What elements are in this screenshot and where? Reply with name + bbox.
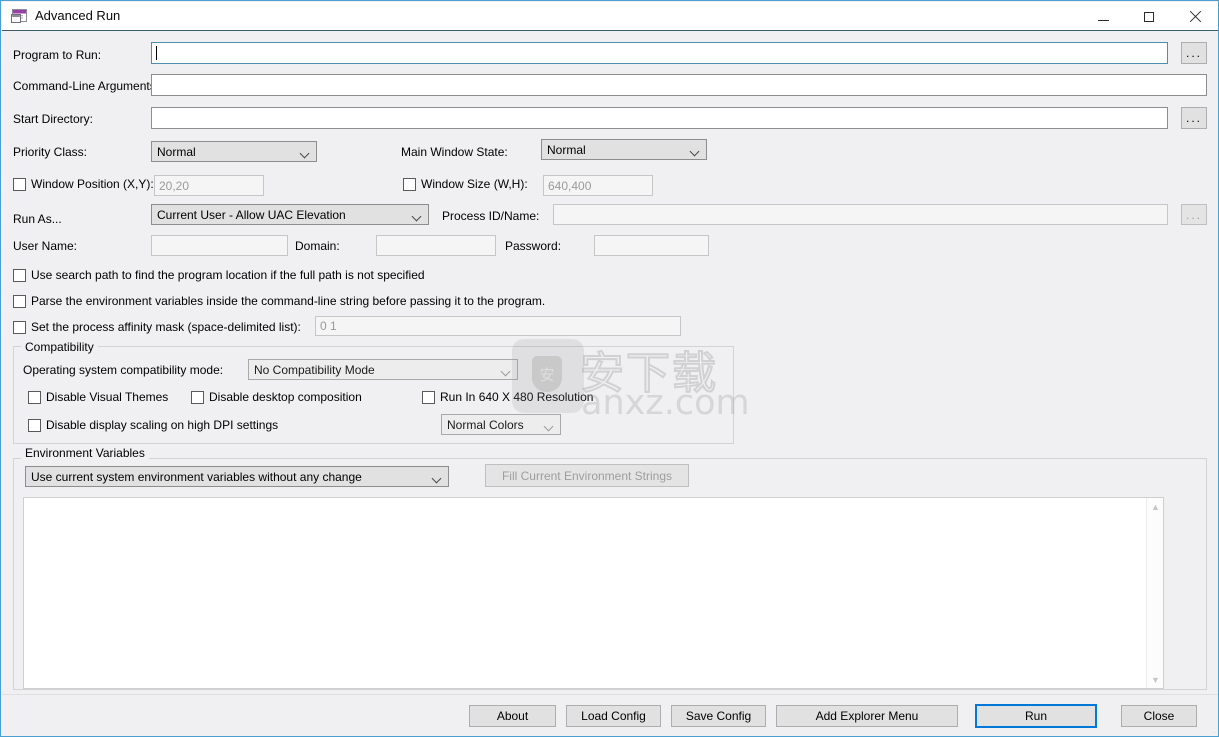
color-mode-value: Normal Colors xyxy=(447,417,524,432)
disable-visual-themes-checkbox-row[interactable]: Disable Visual Themes xyxy=(28,391,168,404)
window-position-label: Window Position (X,Y): xyxy=(31,177,154,191)
minimize-icon xyxy=(1097,19,1109,21)
command-line-arguments-input[interactable] xyxy=(151,74,1207,96)
environment-variables-group-title: Environment Variables xyxy=(21,446,149,460)
chevron-down-icon xyxy=(691,148,699,153)
use-search-path-label: Use search path to find the program loca… xyxy=(31,268,425,282)
domain-input[interactable] xyxy=(376,235,496,256)
domain-label: Domain: xyxy=(295,239,340,253)
disable-dpi-scaling-checkbox-row[interactable]: Disable display scaling on high DPI sett… xyxy=(28,419,278,432)
color-mode-combo[interactable]: Normal Colors xyxy=(441,414,561,435)
process-id-name-label: Process ID/Name: xyxy=(442,209,540,223)
app-window-icon xyxy=(11,8,28,24)
text-caret xyxy=(156,46,157,60)
disable-desktop-composition-label: Disable desktop composition xyxy=(209,390,362,404)
os-compatibility-mode-label: Operating system compatibility mode: xyxy=(23,363,224,377)
chevron-down-icon xyxy=(433,475,441,480)
run-640x480-label: Run In 640 X 480 Resolution xyxy=(440,390,594,404)
window-position-checkbox[interactable] xyxy=(13,178,26,191)
environment-mode-value: Use current system environment variables… xyxy=(31,469,362,484)
scroll-up-icon[interactable]: ▲ xyxy=(1147,498,1164,515)
user-name-label: User Name: xyxy=(13,239,78,253)
close-icon xyxy=(1189,11,1201,23)
about-button[interactable]: About xyxy=(469,705,556,727)
window-title: Advanced Run xyxy=(35,8,121,23)
environment-variables-scrollbar[interactable]: ▲ ▼ xyxy=(1146,498,1163,688)
use-search-path-checkbox[interactable] xyxy=(13,269,26,282)
process-id-name-browse-button[interactable]: ... xyxy=(1181,204,1207,225)
program-to-run-browse-button[interactable]: ... xyxy=(1181,42,1207,64)
compatibility-group-title: Compatibility xyxy=(21,340,98,354)
run-button[interactable]: Run xyxy=(975,704,1097,728)
priority-class-label: Priority Class: xyxy=(13,145,88,159)
disable-dpi-scaling-checkbox[interactable] xyxy=(28,419,41,432)
run-as-label: Run As... xyxy=(13,212,62,226)
affinity-mask-checkbox[interactable] xyxy=(13,321,26,334)
affinity-mask-label: Set the process affinity mask (space-del… xyxy=(31,320,301,334)
run-640x480-checkbox-row[interactable]: Run In 640 X 480 Resolution xyxy=(422,391,593,404)
load-config-button[interactable]: Load Config xyxy=(566,705,661,727)
fill-current-environment-strings-button[interactable]: Fill Current Environment Strings xyxy=(485,464,689,487)
affinity-mask-checkbox-row[interactable]: Set the process affinity mask (space-del… xyxy=(13,321,301,334)
run-640x480-checkbox[interactable] xyxy=(422,391,435,404)
window-position-checkbox-row[interactable]: Window Position (X,Y): xyxy=(13,178,154,191)
main-window-state-value: Normal xyxy=(547,142,586,157)
password-label: Password: xyxy=(505,239,562,253)
window-size-input[interactable]: 640,400 xyxy=(543,175,653,196)
window-size-label: Window Size (W,H): xyxy=(421,177,528,191)
use-search-path-checkbox-row[interactable]: Use search path to find the program loca… xyxy=(13,269,425,282)
chevron-down-icon xyxy=(502,368,510,373)
run-as-value: Current User - Allow UAC Elevation xyxy=(157,207,346,222)
chevron-down-icon xyxy=(301,150,309,155)
window-position-input[interactable]: 20,20 xyxy=(154,175,264,196)
start-directory-browse-button[interactable]: ... xyxy=(1181,107,1207,129)
footer-separator xyxy=(2,694,1218,695)
password-input[interactable] xyxy=(594,235,709,256)
title-bar: Advanced Run xyxy=(2,2,1218,31)
priority-class-combo[interactable]: Normal xyxy=(151,141,317,162)
close-button[interactable]: Close xyxy=(1121,705,1197,727)
advanced-run-window: Advanced Run Program to Run: ... Command… xyxy=(0,0,1219,737)
disable-dpi-scaling-label: Disable display scaling on high DPI sett… xyxy=(46,418,279,432)
close-window-button[interactable] xyxy=(1172,3,1218,31)
environment-mode-combo[interactable]: Use current system environment variables… xyxy=(25,466,449,487)
disable-visual-themes-label: Disable Visual Themes xyxy=(46,390,169,404)
run-as-combo[interactable]: Current User - Allow UAC Elevation xyxy=(151,204,429,225)
chevron-down-icon xyxy=(413,213,421,218)
minimize-button[interactable] xyxy=(1080,3,1126,31)
add-explorer-menu-button[interactable]: Add Explorer Menu xyxy=(776,705,958,727)
program-to-run-input[interactable] xyxy=(151,42,1168,64)
environment-variables-listbox[interactable]: ▲ ▼ xyxy=(23,497,1164,689)
os-compatibility-mode-value: No Compatibility Mode xyxy=(254,362,375,377)
disable-desktop-composition-checkbox-row[interactable]: Disable desktop composition xyxy=(191,391,362,404)
chevron-down-icon xyxy=(545,423,553,428)
disable-desktop-composition-checkbox[interactable] xyxy=(191,391,204,404)
os-compatibility-mode-combo[interactable]: No Compatibility Mode xyxy=(248,359,518,380)
affinity-mask-input[interactable]: 0 1 xyxy=(315,316,681,336)
parse-env-vars-checkbox[interactable] xyxy=(13,295,26,308)
user-name-input[interactable] xyxy=(151,235,288,256)
maximize-button[interactable] xyxy=(1126,3,1172,31)
start-directory-input[interactable] xyxy=(151,107,1168,129)
parse-env-vars-label: Parse the environment variables inside t… xyxy=(31,294,546,308)
scroll-down-icon[interactable]: ▼ xyxy=(1147,671,1164,688)
process-id-name-input[interactable] xyxy=(553,204,1168,225)
command-line-arguments-label: Command-Line Arguments: xyxy=(13,79,160,93)
disable-visual-themes-checkbox[interactable] xyxy=(28,391,41,404)
save-config-button[interactable]: Save Config xyxy=(671,705,766,727)
parse-env-vars-checkbox-row[interactable]: Parse the environment variables inside t… xyxy=(13,295,545,308)
main-window-state-combo[interactable]: Normal xyxy=(541,139,707,160)
start-directory-label: Start Directory: xyxy=(13,112,94,126)
main-window-state-label: Main Window State: xyxy=(401,145,508,159)
program-to-run-label: Program to Run: xyxy=(13,48,102,62)
window-size-checkbox-row[interactable]: Window Size (W,H): xyxy=(403,178,528,191)
resize-grip[interactable] xyxy=(1202,720,1215,733)
priority-class-value: Normal xyxy=(157,144,196,159)
maximize-icon xyxy=(1144,12,1154,22)
window-size-checkbox[interactable] xyxy=(403,178,416,191)
